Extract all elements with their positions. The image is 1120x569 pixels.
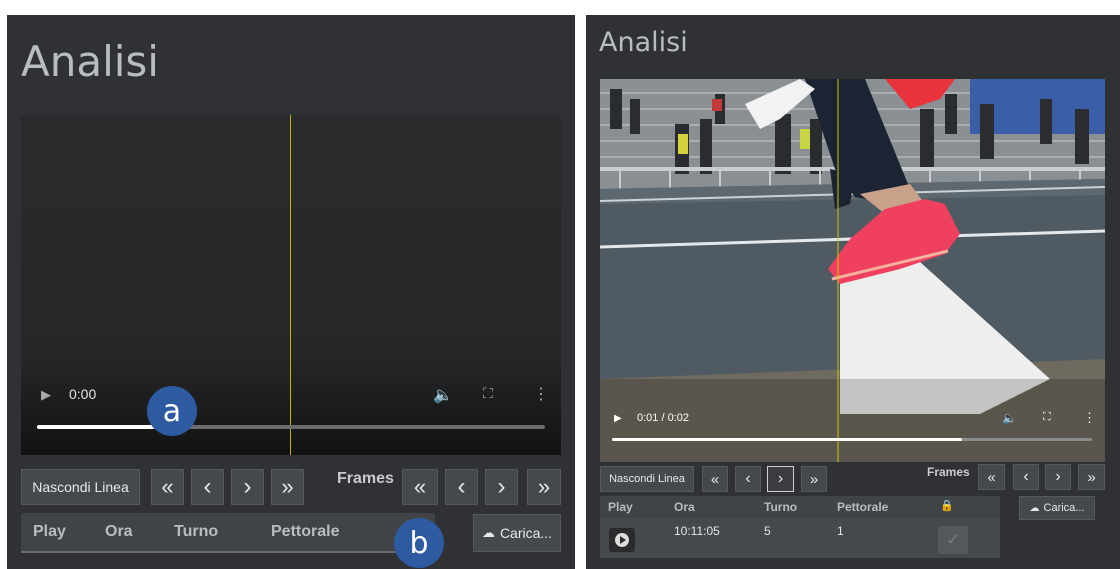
line-forward-button[interactable]: › — [767, 466, 794, 492]
hide-line-button[interactable]: Nascondi Linea — [600, 466, 694, 492]
frame-forward-button[interactable]: › — [1045, 464, 1071, 490]
confirm-checkbox[interactable]: ✓ — [938, 526, 968, 554]
frame-fast-back-button[interactable]: « — [402, 469, 438, 505]
column-header-play: Play — [33, 523, 66, 540]
analysis-panel-loaded: Analisi ▶ 0:01 / 0:02 🔈 ⛶ ⋮ Nascondi Lin… — [586, 15, 1120, 569]
video-time: 0:00 — [69, 386, 97, 402]
line-fast-forward-button[interactable]: » — [271, 469, 304, 505]
volume-icon[interactable]: 🔈 — [433, 385, 453, 405]
frame-forward-button[interactable]: › — [485, 469, 518, 505]
page-title: Analisi — [21, 37, 159, 86]
column-header-ora: Ora — [105, 523, 133, 540]
video-scrubber[interactable] — [612, 438, 1092, 441]
play-icon[interactable]: ▶ — [614, 413, 622, 424]
lock-icon: 🔒 — [940, 500, 954, 512]
line-fast-back-button[interactable]: « — [702, 466, 728, 492]
frame-fast-forward-button[interactable]: » — [527, 469, 561, 505]
frame-fast-forward-button[interactable]: » — [1078, 464, 1105, 490]
line-fast-back-button[interactable]: « — [151, 469, 184, 505]
guide-line[interactable] — [290, 115, 291, 455]
results-table-header: Play Ora Turno Pettorale — [21, 513, 435, 553]
callout-badge-a: a — [147, 386, 197, 436]
page-title: Analisi — [599, 27, 688, 58]
video-time: 0:01 / 0:02 — [637, 412, 689, 424]
cloud-upload-icon: ☁ — [1029, 502, 1040, 514]
column-header-pettorale: Pettorale — [271, 523, 340, 540]
volume-icon[interactable]: 🔈 — [1002, 411, 1017, 425]
row-pettorale: 1 — [837, 524, 844, 538]
line-back-button[interactable]: ‹ — [191, 469, 224, 505]
scrubber-progress — [612, 438, 963, 441]
callout-badge-b: b — [394, 518, 444, 568]
upload-button[interactable]: ☁ Carica... — [473, 514, 561, 552]
fullscreen-icon[interactable]: ⛶ — [483, 385, 493, 402]
column-header-turno: Turno — [174, 523, 219, 540]
video-player[interactable]: ▶ 0:00 🔈 ⛶ ⋮ — [21, 115, 561, 455]
column-header-turno: Turno — [764, 500, 798, 514]
cloud-upload-icon: ☁ — [481, 525, 495, 540]
frame-back-button[interactable]: ‹ — [1013, 464, 1039, 490]
upload-button-label: Carica... — [1043, 502, 1085, 514]
frames-label: Frames — [337, 470, 394, 487]
upload-button-label: Carica... — [499, 525, 553, 541]
column-header-ora: Ora — [674, 500, 695, 514]
fullscreen-icon[interactable]: ⛶ — [1043, 411, 1051, 424]
frame-back-button[interactable]: ‹ — [445, 469, 478, 505]
column-header-pettorale: Pettorale — [837, 500, 889, 514]
line-forward-button[interactable]: › — [231, 469, 264, 505]
row-ora: 10:11:05 — [674, 524, 720, 538]
analysis-panel-empty: Analisi ▶ 0:00 🔈 ⛶ ⋮ a Nascondi Linea « … — [7, 15, 575, 569]
hide-line-button[interactable]: Nascondi Linea — [21, 469, 140, 505]
upload-button[interactable]: ☁ Carica... — [1019, 496, 1095, 520]
video-player[interactable]: ▶ 0:01 / 0:02 🔈 ⛶ ⋮ — [600, 79, 1105, 462]
video-scrubber[interactable] — [37, 425, 545, 429]
frames-label: Frames — [927, 465, 970, 479]
line-fast-forward-button[interactable]: » — [801, 466, 827, 492]
frame-fast-back-button[interactable]: « — [978, 464, 1005, 490]
play-icon[interactable]: ▶ — [41, 387, 51, 403]
line-back-button[interactable]: ‹ — [735, 466, 761, 492]
row-turno: 5 — [764, 524, 771, 538]
more-options-icon[interactable]: ⋮ — [533, 384, 549, 404]
row-play-button[interactable] — [609, 528, 635, 552]
play-circle-icon — [615, 533, 629, 547]
more-options-icon[interactable]: ⋮ — [1083, 410, 1096, 426]
results-table-header: Play Ora Turno Pettorale 🔒 — [600, 496, 1000, 518]
video-frame — [600, 79, 1105, 462]
table-row: 10:11:05 5 1 ✓ — [600, 518, 1000, 558]
column-header-play: Play — [608, 500, 633, 514]
